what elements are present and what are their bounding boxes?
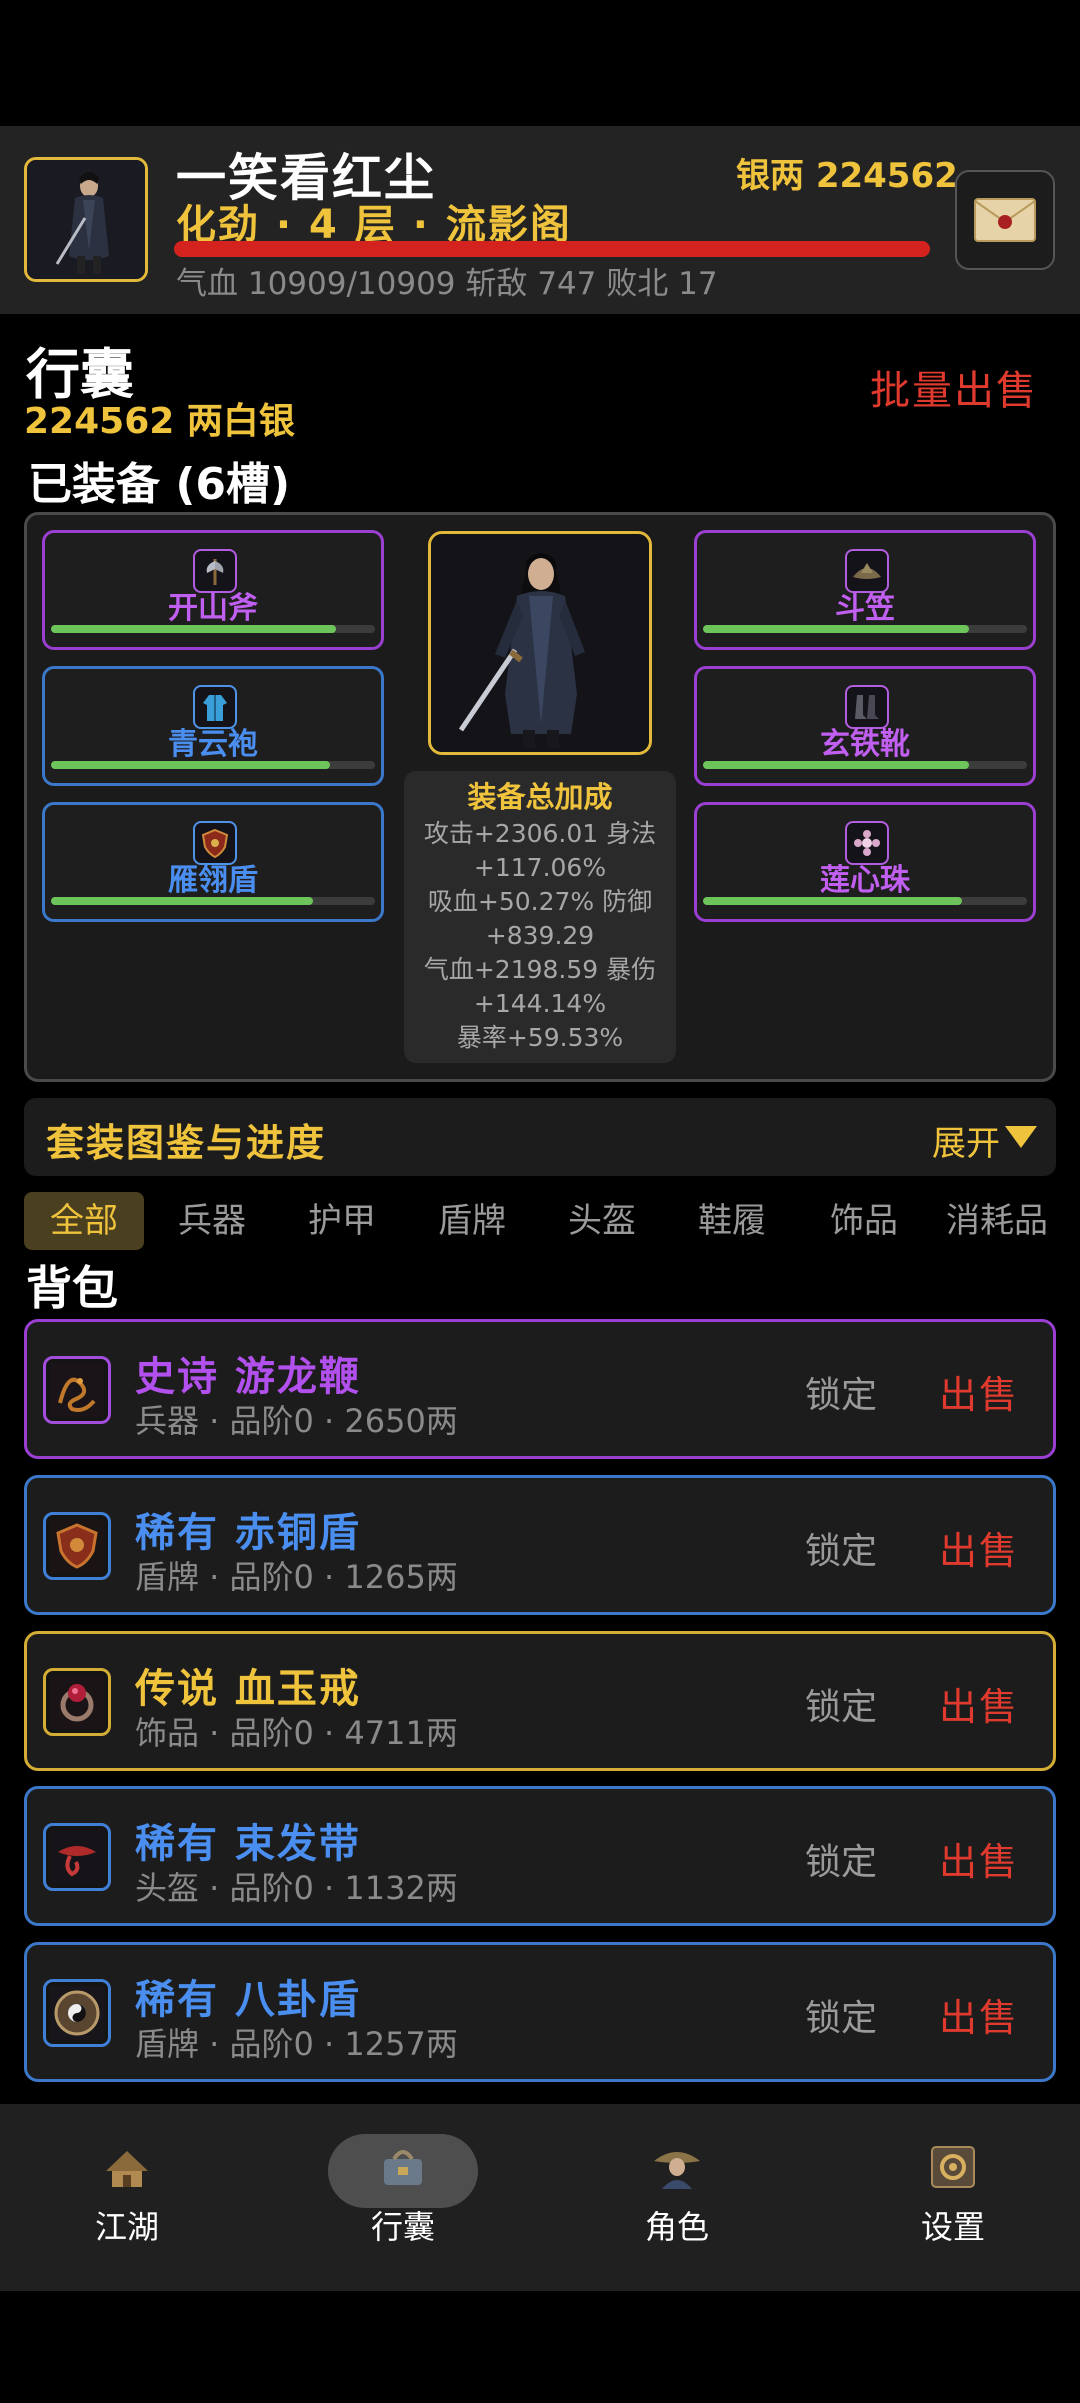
jade-ring-icon	[43, 1668, 111, 1736]
set-collection-title: 套装图鉴与进度	[46, 1121, 327, 1165]
durability-bar	[51, 625, 337, 633]
lock-button[interactable]: 锁定	[805, 1678, 877, 1730]
item-card[interactable]: 史诗 游龙鞭 兵器 · 品阶0 · 2650两 锁定 出售	[24, 1319, 1056, 1459]
equip-slot-accessory[interactable]: 莲心珠	[694, 802, 1036, 922]
durability-bar	[51, 761, 330, 769]
bonus-line: 气血+2198.59 暴伤	[423, 955, 657, 984]
category-tabs: 全部 兵器 护甲 盾牌 头盔 鞋履 饰品 消耗品	[24, 1192, 1064, 1250]
nav-jianghu[interactable]: 江湖	[52, 2128, 202, 2268]
equip-slot-weapon[interactable]: 开山斧	[42, 530, 384, 650]
silver-amount: 银两 224562	[736, 156, 958, 196]
item-card[interactable]: 稀有 赤铜盾 盾牌 · 品阶0 · 1265两 锁定 出售	[24, 1475, 1056, 1615]
sell-button[interactable]: 出售	[939, 1831, 1019, 1886]
equipment-bonus-box: 装备总加成 攻击+2306.01 身法 +117.06% 吸血+50.27% 防…	[404, 771, 676, 1063]
letter-icon	[974, 198, 1036, 242]
equip-slot-shield[interactable]: 雁翎盾	[42, 802, 384, 922]
item-card[interactable]: 传说 血玉戒 饰品 · 品阶0 · 4711两 锁定 出售	[24, 1631, 1056, 1771]
durability-bar	[703, 761, 969, 769]
bronze-shield-icon	[43, 1512, 111, 1580]
expand-button[interactable]: 展开	[932, 1116, 1000, 1165]
item-card[interactable]: 稀有 八卦盾 盾牌 · 品阶0 · 1257两 锁定 出售	[24, 1942, 1056, 2082]
hp-bar	[174, 241, 930, 257]
mail-button[interactable]	[955, 170, 1055, 270]
item-title: 稀有 赤铜盾	[135, 1510, 361, 1556]
bonus-title: 装备总加成	[467, 780, 613, 814]
bonus-line: 攻击+2306.01 身法	[423, 819, 657, 848]
character-icon	[647, 2138, 707, 2194]
sell-button[interactable]: 出售	[939, 1364, 1019, 1419]
item-subtitle: 盾牌 · 品阶0 · 1265两	[135, 1558, 458, 1596]
player-stats: 气血 10909/10909 斩敌 747 败北 17	[176, 266, 718, 302]
nav-label: 设置	[920, 2208, 985, 2246]
tab-helmets[interactable]: 头盔	[542, 1192, 662, 1250]
bonus-line: 暴率+59.53%	[456, 1023, 624, 1052]
item-title: 传说 血玉戒	[135, 1666, 361, 1712]
tab-shoes[interactable]: 鞋履	[672, 1192, 792, 1250]
nav-label: 角色	[644, 2208, 709, 2246]
jianghu-icon	[97, 2138, 157, 2194]
nav-settings[interactable]: 设置	[878, 2128, 1028, 2268]
durability-bar	[703, 897, 963, 905]
tab-accessories[interactable]: 饰品	[804, 1192, 924, 1250]
bonus-line: 吸血+50.27% 防御	[427, 887, 653, 916]
bulk-sell-button[interactable]: 批量出售	[870, 358, 1038, 416]
item-title: 稀有 束发带	[135, 1821, 361, 1867]
bonus-line: +117.06%	[473, 853, 607, 882]
player-avatar[interactable]	[24, 157, 148, 282]
lock-button[interactable]: 锁定	[805, 1833, 877, 1885]
inventory-silver: 224562 两白银	[24, 401, 295, 442]
chevron-down-icon[interactable]	[1005, 1126, 1037, 1148]
slot-name: 斗笠	[835, 591, 895, 626]
nav-bag[interactable]: 行囊	[328, 2128, 478, 2268]
durability-bar	[703, 625, 969, 633]
tab-consumables[interactable]: 消耗品	[930, 1192, 1064, 1250]
equipped-title: 已装备 (6槽)	[28, 459, 291, 510]
slot-name: 玄铁靴	[820, 727, 910, 762]
tab-shields[interactable]: 盾牌	[412, 1192, 532, 1250]
bag-icon	[373, 2138, 433, 2194]
sell-button[interactable]: 出售	[939, 1520, 1019, 1575]
lock-button[interactable]: 锁定	[805, 1366, 877, 1418]
slot-name: 开山斧	[168, 591, 258, 626]
item-subtitle: 盾牌 · 品阶0 · 1257两	[135, 2025, 458, 2063]
durability-bar	[51, 897, 314, 905]
tab-weapons[interactable]: 兵器	[152, 1192, 272, 1250]
lock-button[interactable]: 锁定	[805, 1522, 877, 1574]
item-card[interactable]: 稀有 束发带 头盔 · 品阶0 · 1132两 锁定 出售	[24, 1786, 1056, 1926]
item-subtitle: 头盔 · 品阶0 · 1132两	[135, 1869, 458, 1907]
item-title: 史诗 游龙鞭	[135, 1354, 361, 1400]
nav-label: 行囊	[370, 2208, 435, 2246]
equip-slot-boots[interactable]: 玄铁靴	[694, 666, 1036, 786]
bagua-shield-icon	[43, 1979, 111, 2047]
backpack-title: 背包	[26, 1261, 118, 1315]
nav-label: 江湖	[94, 2208, 159, 2246]
bonus-line: +144.14%	[473, 989, 607, 1018]
slot-name: 青云袍	[168, 727, 258, 762]
tab-all[interactable]: 全部	[24, 1192, 144, 1250]
character-portrait	[428, 531, 652, 755]
nav-character[interactable]: 角色	[602, 2128, 752, 2268]
slot-name: 雁翎盾	[168, 863, 258, 898]
lock-button[interactable]: 锁定	[805, 1989, 877, 2041]
tab-armor[interactable]: 护甲	[282, 1192, 402, 1250]
equip-slot-helmet[interactable]: 斗笠	[694, 530, 1036, 650]
item-title: 稀有 八卦盾	[135, 1977, 361, 2023]
slot-name: 莲心珠	[820, 863, 910, 898]
headband-icon	[43, 1823, 111, 1891]
dragon-whip-icon	[43, 1356, 111, 1424]
item-subtitle: 饰品 · 品阶0 · 4711两	[135, 1714, 458, 1752]
settings-icon	[923, 2138, 983, 2194]
equip-slot-armor[interactable]: 青云袍	[42, 666, 384, 786]
bonus-line: +839.29	[485, 921, 595, 950]
sell-button[interactable]: 出售	[939, 1987, 1019, 2042]
item-subtitle: 兵器 · 品阶0 · 2650两	[135, 1402, 458, 1440]
sell-button[interactable]: 出售	[939, 1676, 1019, 1731]
